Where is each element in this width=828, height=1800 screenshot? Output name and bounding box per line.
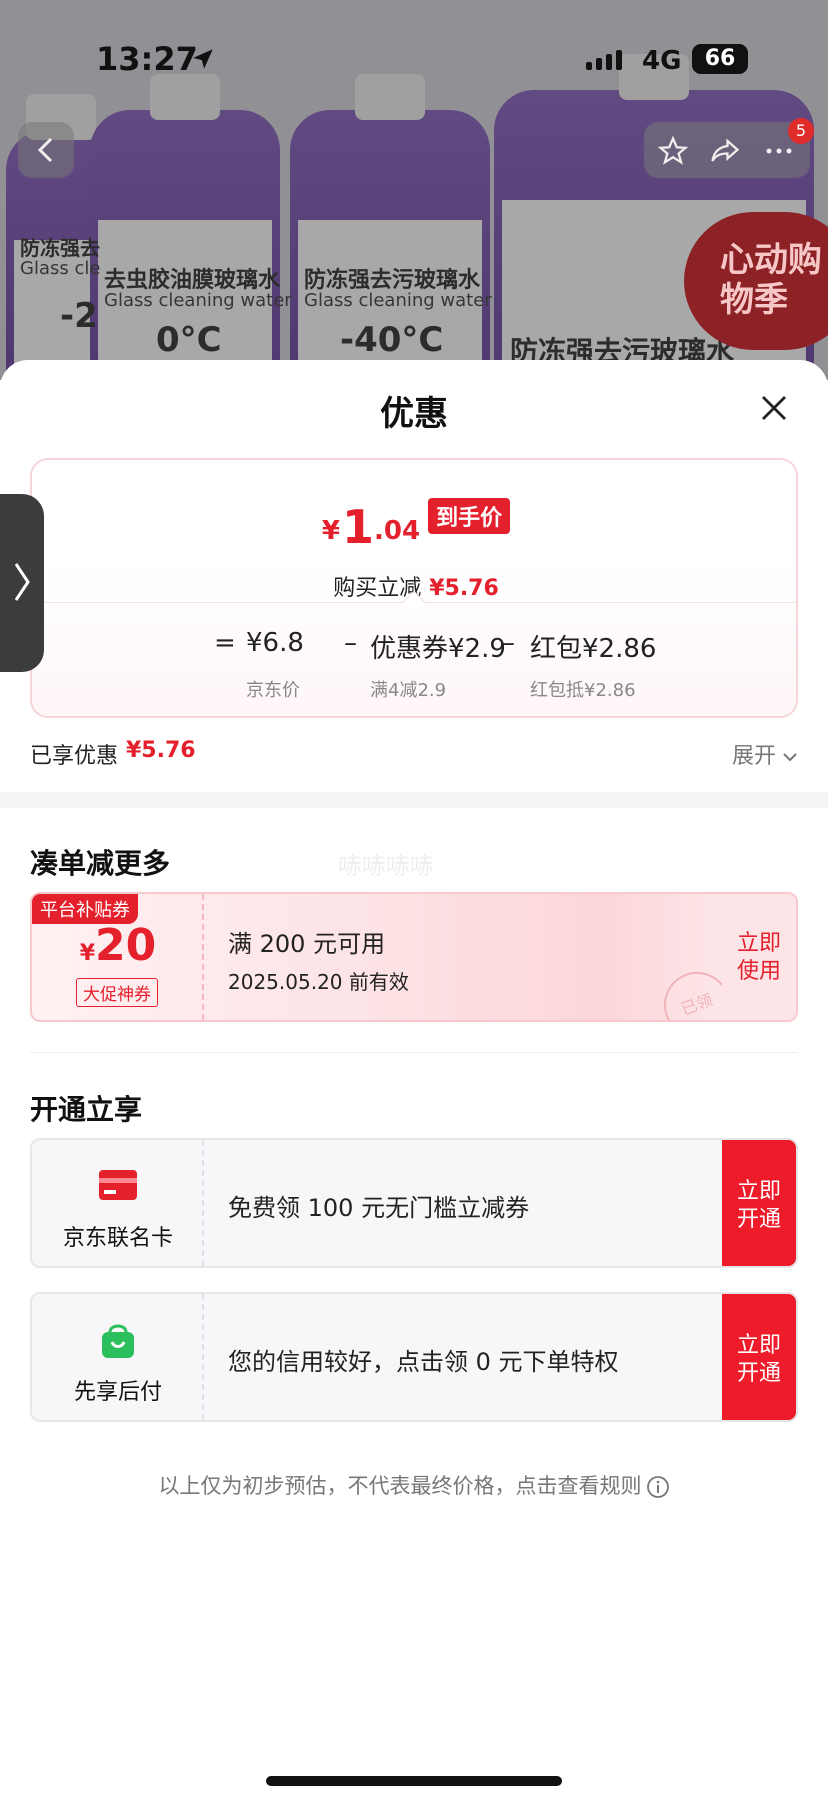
open-button-label: 立即开通 [736, 1333, 781, 1386]
credit-card-icon [99, 1170, 137, 1200]
open-jd-card-button[interactable]: 立即开通 [722, 1140, 796, 1266]
jd-card-offer[interactable]: 京东联名卡 免费领 100 元无门槛立减券 立即开通 [30, 1138, 798, 1268]
star-icon[interactable] [658, 136, 688, 166]
expand-button[interactable]: 展开 [732, 738, 798, 770]
coupon-amount: ¥20 [32, 920, 204, 971]
watermark-text: 哧哧哧哧 [338, 852, 434, 880]
promo-badge[interactable]: 心动购物季 [684, 212, 828, 350]
redpack-deduction: 红包¥2.86 [530, 634, 657, 664]
status-bar: 13:27 4G 66 [0, 0, 828, 110]
share-icon[interactable] [710, 136, 740, 166]
pay-later-logo-area: 先享后付 [32, 1294, 204, 1420]
open-section-title: 开通立享 [30, 1093, 143, 1126]
home-indicator[interactable] [266, 1776, 562, 1786]
jd-card-logo-area: 京东联名卡 [32, 1140, 204, 1266]
open-button-label: 立即开通 [736, 1179, 781, 1232]
close-icon[interactable] [756, 390, 792, 426]
signal-icon [586, 50, 622, 70]
section-separator [0, 792, 828, 808]
info-icon [646, 1476, 669, 1498]
final-price: ¥ 1 .04 到手价 [32, 498, 800, 550]
coupon-amount-area: 平台补贴券 ¥20 大促神券 [32, 894, 204, 1020]
enjoyed-value: ¥5.76 [126, 738, 196, 763]
use-coupon-button[interactable]: 立即使用 [722, 894, 796, 1020]
enjoyed-label: 已享优惠 [30, 744, 119, 769]
network-type: 4G [642, 46, 682, 76]
equals-sign: = [214, 628, 236, 658]
platform-coupon-card[interactable]: 平台补贴券 ¥20 大促神券 满 200 元可用 2025.05.20 前有效 … [30, 892, 798, 1022]
side-drawer-tab[interactable] [0, 494, 44, 672]
price-formula: = ¥6.8 京东价 – 优惠券¥2.9 满4减2.9 – 红包¥2.86 红包… [32, 628, 800, 708]
more-icon[interactable] [762, 136, 796, 166]
location-arrow-icon [193, 49, 213, 69]
divider [30, 1052, 798, 1053]
pay-later-name: 先享后付 [73, 1380, 162, 1405]
jd-price: ¥6.8 [246, 628, 304, 658]
notification-badge: 5 [788, 118, 814, 144]
open-pay-later-button[interactable]: 立即开通 [722, 1294, 796, 1420]
use-coupon-label: 立即使用 [736, 931, 781, 984]
disclaimer-text: 以上仅为初步预估，不代表最终价格，点击查看规则 [158, 1474, 642, 1498]
status-time: 13:27 [96, 40, 198, 78]
chevron-down-icon [783, 753, 797, 762]
coupon-validity: 2025.05.20 前有效 [228, 970, 409, 994]
product-image-area: 防冻强去 Glass cle -2 去虫胶油膜玻璃水 Glass cleanin… [0, 0, 828, 380]
coupon-value: 20 [95, 920, 157, 971]
top-actions [644, 122, 810, 178]
minus-sign: – [344, 628, 357, 658]
pay-later-text: 您的信用较好，点击领 0 元下单特权 [228, 1348, 619, 1376]
coupon-type: 大促神券 [76, 978, 158, 1007]
enjoyed-discount-row: 已享优惠 ¥5.76 展开 [30, 738, 798, 774]
final-price-tag: 到手价 [428, 498, 511, 534]
jd-card-text: 免费领 100 元无门槛立减券 [228, 1194, 530, 1222]
sheet-title: 优惠 [380, 394, 448, 434]
chevron-left-icon [37, 137, 53, 163]
coupon-deduction: 优惠券¥2.9 [370, 634, 506, 664]
disclaimer-link[interactable]: 以上仅为初步预估，不代表最终价格，点击查看规则 [0, 1470, 828, 1500]
chevron-right-icon [14, 563, 30, 601]
jd-card-name: 京东联名卡 [62, 1226, 173, 1251]
price-breakdown-card: ¥ 1 .04 到手价 购买立减 ¥5.76 = ¥6.8 京东价 – 优惠券¥2… [30, 458, 798, 718]
discount-sheet: 优惠 ¥ 1 .04 到手价 购买立减 ¥5.76 = ¥6.8 京东价 – 优惠… [0, 360, 828, 1800]
jd-price-label: 京东价 [246, 680, 300, 701]
price-currency: ¥ [321, 516, 340, 546]
redpack-deduction-label: 红包抵¥2.86 [530, 680, 636, 701]
coupon-condition: 满 200 元可用 [228, 930, 386, 958]
promo-text: 心动购物季 [720, 240, 822, 320]
reduce-value: ¥5.76 [429, 576, 499, 601]
minus-sign: – [502, 628, 515, 658]
shopping-bag-icon [102, 1324, 134, 1358]
battery-indicator: 66 [692, 44, 748, 74]
pay-later-offer[interactable]: 先享后付 您的信用较好，点击领 0 元下单特权 立即开通 [30, 1292, 798, 1422]
price-integer: 1 [342, 500, 375, 554]
combine-section-title: 凑单减更多 [30, 847, 171, 880]
expand-label: 展开 [731, 744, 776, 769]
back-button[interactable] [18, 122, 74, 178]
coupon-deduction-label: 满4减2.9 [370, 680, 447, 701]
price-decimal: .04 [374, 516, 421, 546]
coupon-currency: ¥ [79, 941, 96, 966]
